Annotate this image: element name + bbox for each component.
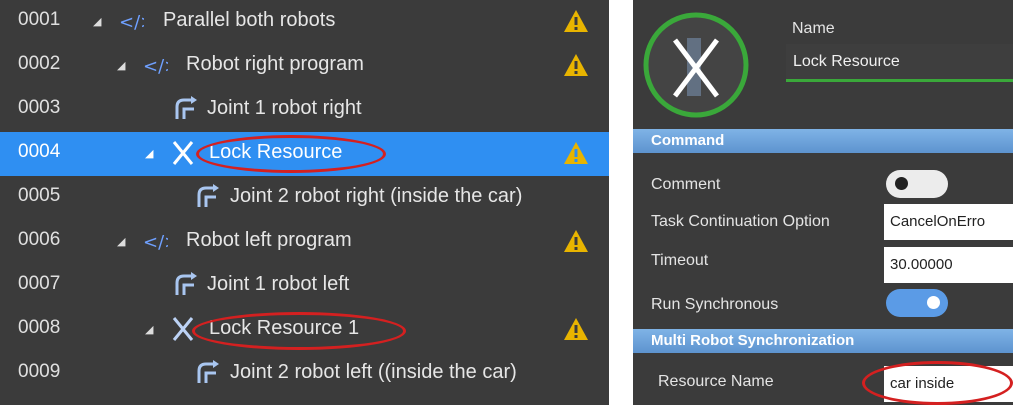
- code-brackets-icon: </>: [119, 12, 144, 33]
- svg-text:</>: </>: [119, 12, 144, 33]
- tree-row[interactable]: 0007 Joint 1 robot left: [0, 264, 609, 308]
- command-section-header[interactable]: Command: [633, 129, 1013, 153]
- name-value: Lock Resource: [793, 53, 900, 70]
- tree-label: Parallel both robots: [163, 9, 336, 31]
- warning-icon: [564, 10, 588, 32]
- line-number: 0006: [18, 229, 61, 250]
- expand-triangle-icon[interactable]: ◢: [93, 15, 101, 28]
- line-number: 0007: [18, 273, 61, 294]
- line-number: 0003: [18, 97, 61, 118]
- toggle-knob: [927, 296, 940, 309]
- tree-label: Robot right program: [186, 53, 364, 75]
- tree-label: Joint 1 robot left: [207, 273, 350, 295]
- svg-text:</>: </>: [143, 56, 168, 77]
- code-brackets-icon: </>: [143, 56, 168, 77]
- expand-triangle-icon[interactable]: ◢: [145, 147, 153, 160]
- joint-move-icon: [197, 184, 219, 207]
- name-field[interactable]: Lock Resource: [786, 44, 1013, 82]
- lock-resource-icon: [172, 141, 194, 165]
- tree-row[interactable]: 0005 Joint 2 robot right (inside the car…: [0, 176, 609, 220]
- comment-label: Comment: [651, 176, 721, 193]
- warning-icon: [564, 142, 588, 164]
- tree-label: Joint 2 robot right (inside the car): [230, 185, 523, 207]
- tree-label: Joint 2 robot left ((inside the car): [230, 361, 517, 383]
- warning-icon: [564, 318, 588, 340]
- expand-triangle-icon[interactable]: ◢: [117, 59, 125, 72]
- multi-robot-section-header[interactable]: Multi Robot Synchronization: [633, 329, 1013, 353]
- run-synchronous-label: Run Synchronous: [651, 296, 779, 313]
- line-number: 0002: [18, 53, 61, 74]
- line-number: 0008: [18, 317, 61, 338]
- name-label: Name: [792, 20, 835, 37]
- resource-name-label: Resource Name: [658, 373, 774, 390]
- expand-triangle-icon[interactable]: ◢: [145, 323, 153, 336]
- tree-row[interactable]: 0003 Joint 1 robot right: [0, 88, 609, 132]
- tree-label: Joint 1 robot right: [207, 97, 362, 119]
- expand-triangle-icon[interactable]: ◢: [117, 235, 125, 248]
- joint-move-icon: [175, 272, 197, 295]
- task-continuation-select[interactable]: CancelOnErro: [884, 204, 1013, 240]
- program-tree-panel: 0001 ◢ </> Parallel both robots 0002 ◢ <…: [0, 0, 609, 405]
- task-continuation-label: Task Continuation Option: [651, 213, 830, 230]
- highlight-oval: [196, 135, 386, 173]
- svg-text:</>: </>: [143, 232, 168, 253]
- line-number: 0001: [18, 9, 61, 30]
- tree-row-selected[interactable]: 0004 ◢ Lock Resource: [0, 132, 609, 176]
- joint-move-icon: [197, 360, 219, 383]
- code-brackets-icon: </>: [143, 232, 168, 253]
- tree-row[interactable]: 0001 ◢ </> Parallel both robots: [0, 0, 609, 44]
- run-synchronous-toggle[interactable]: [886, 289, 948, 317]
- tree-label: Robot left program: [186, 229, 352, 251]
- warning-icon: [564, 54, 588, 76]
- timeout-label: Timeout: [651, 252, 709, 269]
- toggle-knob: [895, 177, 908, 190]
- tree-row[interactable]: 0009 Joint 2 robot left ((inside the car…: [0, 352, 609, 396]
- line-number: 0009: [18, 361, 61, 382]
- tree-row[interactable]: 0006 ◢ </> Robot left program: [0, 220, 609, 264]
- joint-move-icon: [175, 96, 197, 119]
- highlight-oval: [192, 312, 406, 350]
- comment-toggle[interactable]: [886, 170, 948, 198]
- tree-row[interactable]: 0002 ◢ </> Robot right program: [0, 44, 609, 88]
- lock-resource-large-icon: [643, 12, 749, 118]
- timeout-input[interactable]: 30.00000: [884, 247, 1013, 283]
- highlight-oval: [862, 361, 1013, 405]
- line-number: 0004: [18, 141, 61, 162]
- warning-icon: [564, 230, 588, 252]
- properties-panel: Name Lock Resource Command Comment Task …: [633, 0, 1013, 405]
- line-number: 0005: [18, 185, 61, 206]
- tree-row[interactable]: 0008 ◢ Lock Resource 1: [0, 308, 609, 352]
